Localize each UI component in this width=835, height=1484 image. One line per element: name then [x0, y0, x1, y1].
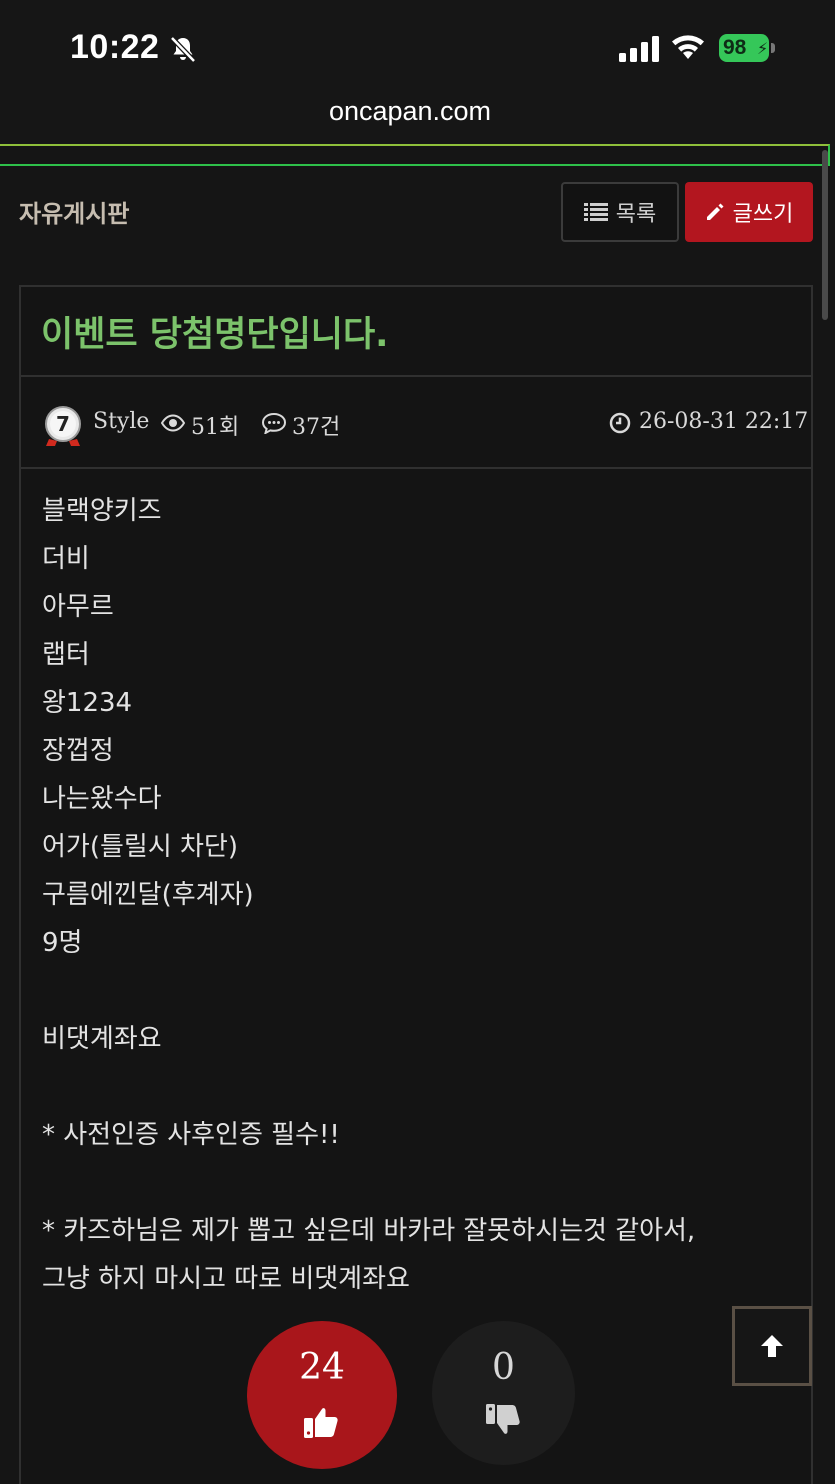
- content-line: 랩터: [42, 640, 90, 670]
- wifi-icon: [672, 35, 704, 59]
- write-button-label: 글쓰기: [732, 202, 794, 227]
- arrow-up-icon: [761, 1335, 783, 1357]
- pencil-icon: [706, 203, 724, 220]
- scroll-to-top-button[interactable]: [732, 1306, 812, 1386]
- thumbs-down-icon: [485, 1404, 520, 1434]
- comment-icon: [261, 412, 287, 434]
- upvote-button[interactable]: 24: [247, 1321, 397, 1469]
- post-card: 이벤트 당첨명단입니다. 7 Style 51회 37건 26-08-31 22…: [19, 285, 813, 1484]
- url-text[interactable]: oncapan.com: [0, 96, 820, 127]
- level-badge-icon: 7: [45, 406, 81, 446]
- charging-icon: ⚡: [757, 39, 769, 58]
- content-line: [42, 1063, 802, 1111]
- downvote-button[interactable]: 0: [432, 1321, 575, 1465]
- write-button[interactable]: 글쓰기: [685, 182, 813, 242]
- content-line: 비댓계좌요: [42, 1024, 162, 1054]
- battery-indicator: 98 ⚡: [719, 34, 775, 62]
- scrollbar[interactable]: [822, 150, 828, 320]
- content-line: 어가(틀릴시 차단): [42, 832, 238, 862]
- browser-address-bar[interactable]: oncapan.com: [0, 96, 835, 146]
- content-line: 장껍정: [42, 736, 114, 766]
- post-meta: 7 Style 51회 37건 26-08-31 22:17: [21, 377, 811, 469]
- author-name[interactable]: Style: [93, 409, 149, 434]
- bell-muted-icon: [170, 36, 196, 63]
- signal-icon: [619, 36, 659, 62]
- downvote-count: 0: [492, 1347, 515, 1388]
- neon-divider: [0, 144, 830, 166]
- content-line: 아무르: [42, 592, 114, 622]
- author-level: 7: [56, 412, 70, 436]
- post-content: 블랙양키즈 더비 아무르 랩터 왕1234 장껍정 나는왔수다 어가(틀릴시 차…: [42, 487, 802, 1303]
- upvote-count: 24: [299, 1347, 345, 1388]
- post-date: 26-08-31 22:17: [639, 409, 809, 434]
- content-line: 그냥 하지 마시고 따로 비댓계좌요: [42, 1264, 410, 1294]
- content-line: 더비: [42, 544, 90, 574]
- content-line: * 사전인증 사후인증 필수!!: [42, 1120, 340, 1150]
- content-line: 블랙양키즈: [42, 496, 162, 526]
- content-line: [42, 967, 802, 1015]
- list-button[interactable]: 목록: [561, 182, 679, 242]
- status-bar: 10:22 98 ⚡: [0, 0, 835, 96]
- battery-level: 98: [723, 36, 747, 59]
- thumbs-up-icon: [304, 1408, 338, 1438]
- content-line: 왕1234: [42, 688, 133, 718]
- content-line: 나는왔수다: [42, 784, 162, 814]
- eye-icon: [161, 414, 185, 432]
- clock-icon: [609, 412, 631, 434]
- view-count: 51회: [191, 415, 240, 440]
- list-icon: [583, 203, 608, 221]
- content-line: [42, 1159, 802, 1207]
- post-title: 이벤트 당첨명단입니다.: [21, 287, 811, 377]
- content-line: 9명: [42, 928, 83, 958]
- content-line: 구름에낀달(후계자): [42, 880, 254, 910]
- status-time: 10:22: [70, 28, 160, 66]
- content-line: * 카즈하님은 제가 뽑고 싶은데 바카라 잘못하시는것 같아서,: [42, 1216, 696, 1246]
- comment-count: 37건: [292, 415, 341, 440]
- list-button-label: 목록: [615, 202, 657, 227]
- board-title: 자유게시판: [19, 200, 130, 228]
